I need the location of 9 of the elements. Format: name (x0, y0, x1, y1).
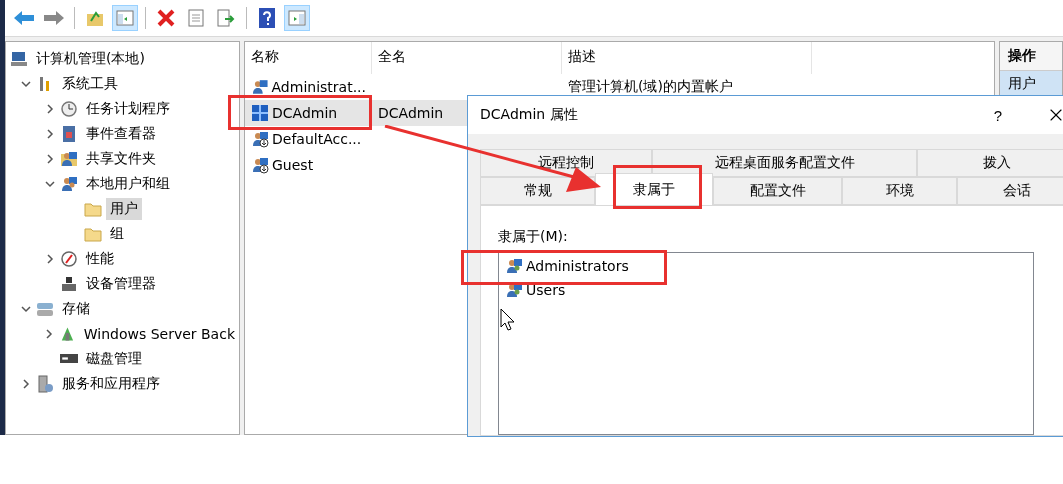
dialog-title: DCAdmin 属性 (480, 106, 579, 124)
user-name: DCAdmin (272, 105, 338, 121)
user-name: Guest (272, 157, 314, 173)
user-name: Administrat... (271, 79, 366, 95)
actions-title: 操作 (1000, 42, 1062, 71)
full-name: DCAdmin (378, 105, 444, 121)
member-of-label: 隶属于(M): (498, 228, 569, 246)
user-name: DefaultAcc... (272, 131, 362, 147)
description: 管理计算机(域)的内置帐户 (568, 78, 733, 96)
